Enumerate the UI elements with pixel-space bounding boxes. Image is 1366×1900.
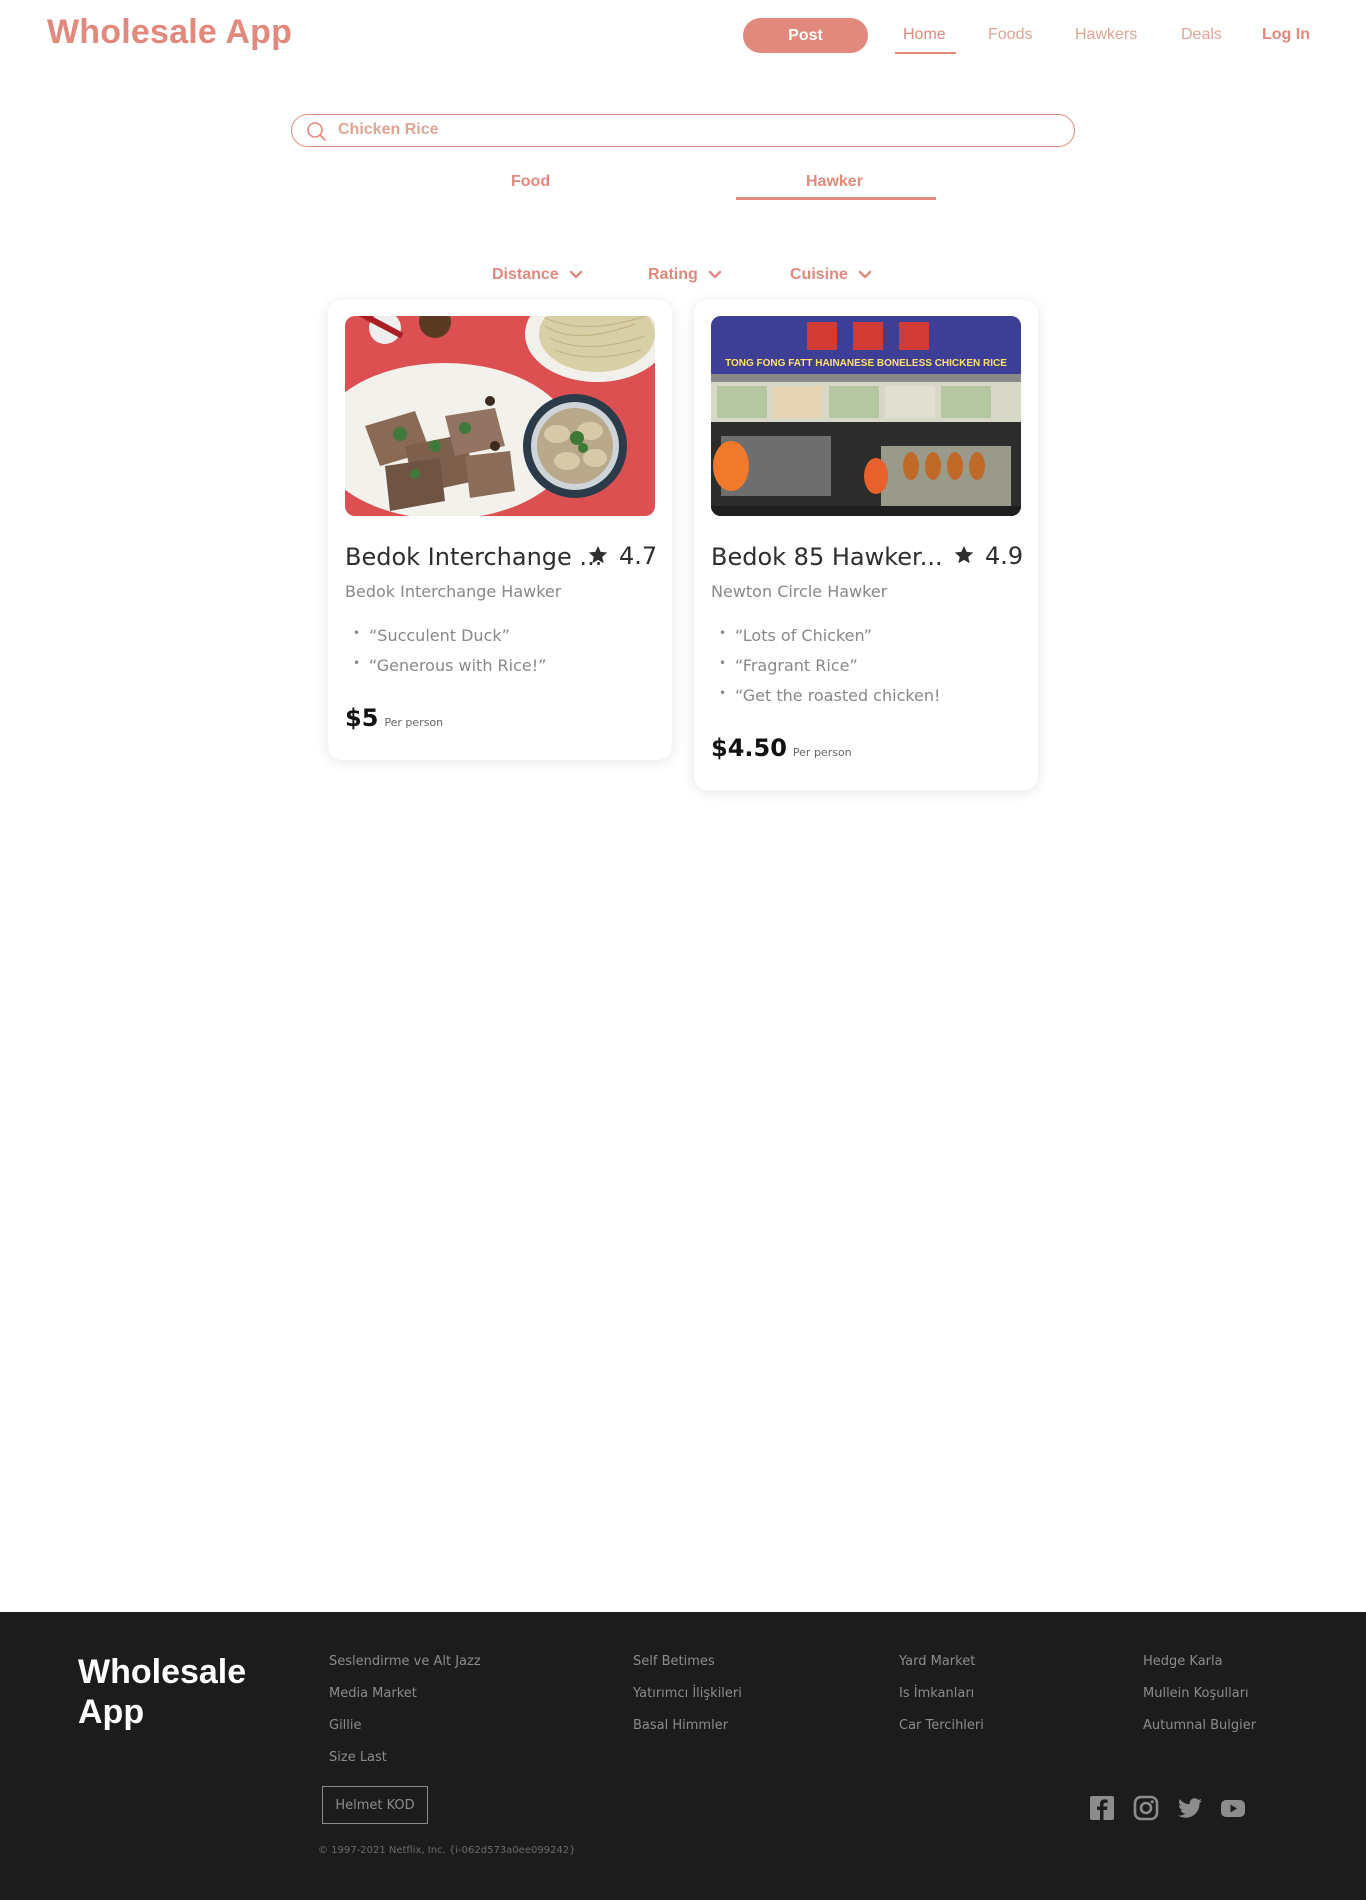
nav-deals[interactable]: Deals	[1181, 26, 1222, 44]
price-unit: Per person	[384, 716, 444, 729]
footer-link[interactable]: Mullein Koşulları	[1143, 1686, 1256, 1718]
app-logo[interactable]: Wholesale App	[47, 13, 292, 52]
footer-link[interactable]: Gillie	[329, 1718, 481, 1750]
tab-active-indicator	[736, 197, 936, 200]
filter-rating[interactable]: Rating	[648, 266, 722, 284]
nav-login[interactable]: Log In	[1262, 26, 1310, 44]
chevron-down-icon	[569, 270, 582, 279]
facebook-icon[interactable]	[1089, 1795, 1115, 1821]
footer-link[interactable]: Yatırımcı İlişkileri	[633, 1686, 742, 1718]
filter-cuisine[interactable]: Cuisine	[790, 266, 872, 284]
hawker-location: Newton Circle Hawker	[711, 582, 888, 601]
hawker-location: Bedok Interchange Hawker	[345, 582, 562, 601]
review-item: “Succulent Duck”	[345, 626, 546, 656]
search-bar[interactable]	[291, 114, 1075, 147]
footer-logo[interactable]: Wholesale App	[78, 1652, 278, 1732]
twitter-icon[interactable]	[1177, 1795, 1203, 1821]
nav-hawkers[interactable]: Hawkers	[1075, 26, 1137, 44]
instagram-icon[interactable]	[1133, 1795, 1159, 1821]
nav-foods[interactable]: Foods	[988, 26, 1032, 44]
chevron-down-icon	[708, 270, 721, 279]
footer-links-col-3: Yard Market Is İmkanları Car Tercihleri	[899, 1654, 984, 1750]
footer-link[interactable]: Seslendirme ve Alt Jazz	[329, 1654, 481, 1686]
chevron-down-icon	[858, 270, 871, 279]
review-item: “Fragrant Rice”	[711, 656, 940, 686]
search-icon	[307, 122, 326, 141]
review-list: “Succulent Duck” “Generous with Rice!”	[345, 626, 546, 686]
footer-link[interactable]: Self Betimes	[633, 1654, 742, 1686]
stall-photo: TONG FONG FATT HAINANESE BONELESS CHICKE…	[711, 316, 1021, 516]
price-unit: Per person	[792, 746, 852, 759]
tab-hawker[interactable]: Hawker	[806, 173, 863, 191]
price: $4.50 Per person	[711, 734, 852, 762]
stall-sign-text: TONG FONG FATT HAINANESE BONELESS CHICKE…	[725, 358, 1007, 369]
review-item: “Generous with Rice!”	[345, 656, 546, 686]
footer-link[interactable]: Autumnal Bulgier	[1143, 1718, 1256, 1750]
footer-link[interactable]: Basal Himmler	[633, 1718, 742, 1750]
search-input[interactable]	[338, 115, 1038, 145]
footer: Wholesale App Seslendirme ve Alt Jazz Me…	[0, 1612, 1366, 1900]
review-item: “Lots of Chicken”	[711, 626, 940, 656]
nav-active-indicator	[895, 52, 956, 54]
footer-link[interactable]: Size Last	[329, 1750, 481, 1782]
rating-value: 4.7	[619, 542, 658, 570]
rating-value: 4.9	[985, 542, 1024, 570]
filter-distance-label: Distance	[492, 266, 559, 283]
tab-food[interactable]: Food	[511, 173, 550, 191]
price-amount: $4.50	[711, 734, 787, 762]
filter-cuisine-label: Cuisine	[790, 266, 848, 283]
price-amount: $5	[345, 704, 379, 732]
nav-home[interactable]: Home	[903, 26, 946, 44]
footer-links-col-2: Self Betimes Yatırımcı İlişkileri Basal …	[633, 1654, 742, 1750]
hawker-title[interactable]: Bedok 85 Hawker...	[711, 543, 943, 571]
footer-link[interactable]: Car Tercihleri	[899, 1718, 984, 1750]
footer-link[interactable]: Is İmkanları	[899, 1686, 984, 1718]
footer-links-col-4: Hedge Karla Mullein Koşulları Autumnal B…	[1143, 1654, 1256, 1750]
service-code-button[interactable]: Helmet KOD	[322, 1786, 428, 1824]
star-icon	[588, 545, 608, 564]
star-icon	[954, 545, 974, 564]
footer-links-col-1: Seslendirme ve Alt Jazz Media Market Gil…	[329, 1654, 481, 1782]
youtube-icon[interactable]	[1220, 1795, 1246, 1821]
price: $5 Per person	[345, 704, 443, 732]
filter-rating-label: Rating	[648, 266, 698, 283]
hawker-card[interactable]: Bedok Interchange ... 4.7 Bedok Intercha…	[328, 300, 672, 760]
food-photo	[345, 316, 655, 516]
filter-distance[interactable]: Distance	[492, 266, 583, 284]
copyright: © 1997-2021 Netflix, Inc. {i-062d573a0ee…	[318, 1845, 576, 1856]
hawker-title[interactable]: Bedok Interchange ...	[345, 543, 602, 571]
footer-link[interactable]: Hedge Karla	[1143, 1654, 1256, 1686]
post-button[interactable]: Post	[743, 18, 868, 53]
review-item: “Get the roasted chicken!	[711, 686, 940, 716]
footer-link[interactable]: Yard Market	[899, 1654, 984, 1686]
hawker-card[interactable]: TONG FONG FATT HAINANESE BONELESS CHICKE…	[694, 300, 1038, 790]
review-list: “Lots of Chicken” “Fragrant Rice” “Get t…	[711, 626, 940, 716]
footer-link[interactable]: Media Market	[329, 1686, 481, 1718]
